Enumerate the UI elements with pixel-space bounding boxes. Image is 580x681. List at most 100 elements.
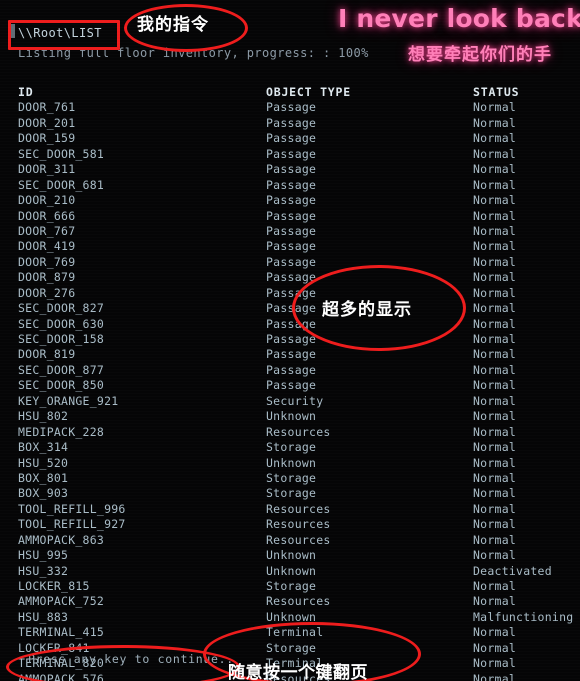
terminal-screen: \\Root\LIST Listing full floor inventory…: [0, 0, 580, 681]
cell-object-type: Passage: [266, 362, 317, 377]
cell-id: DOOR_159: [18, 131, 76, 146]
table-row: BOX_903 Storage Normal: [0, 486, 580, 501]
cell-object-type: Passage: [266, 162, 317, 177]
cell-status: Normal: [473, 501, 517, 516]
cell-id: SEC_DOOR_581: [18, 146, 105, 161]
cursor-block: [10, 24, 15, 38]
table-row: DOOR_819 Passage Normal: [0, 347, 580, 362]
cell-status: Normal: [473, 208, 517, 223]
cell-object-type: Passage: [266, 254, 317, 269]
annotation-label-command: 我的指令: [137, 15, 209, 35]
table-row: SEC_DOOR_158 Passage Normal: [0, 332, 580, 347]
table-row: AMMOPACK_863 Resources Normal: [0, 533, 580, 548]
progress-status-line: Listing full floor inventory, progress: …: [18, 46, 369, 60]
table-row: DOOR_159 Passage Normal: [0, 131, 580, 146]
table-row: DOOR_761 Passage Normal: [0, 100, 580, 115]
inventory-table: ID OBJECT TYPE STATUS DOOR_761 Passage Nor…: [0, 85, 580, 681]
cell-object-type: Passage: [266, 316, 317, 331]
cell-status: Normal: [473, 455, 517, 470]
cell-object-type: Passage: [266, 100, 317, 115]
cell-object-type: Passage: [266, 131, 317, 146]
cell-object-type: Passage: [266, 301, 317, 316]
cell-id: BOX_903: [18, 486, 69, 501]
cell-id: AMMOPACK_863: [18, 532, 105, 547]
cell-object-type: Resources: [266, 532, 331, 547]
terminal-output: \\Root\LIST Listing full floor inventory…: [0, 0, 580, 681]
cell-id: DOOR_767: [18, 223, 76, 238]
cell-status: Malfunctioning: [473, 609, 574, 624]
cell-status: Normal: [473, 100, 517, 115]
cell-id: TOOL_REFILL_996: [18, 501, 126, 516]
cell-object-type: Resources: [266, 424, 331, 439]
table-row: DOOR_276 Passage Normal: [0, 286, 580, 301]
cell-id: SEC_DOOR_827: [18, 301, 105, 316]
cell-status: Normal: [473, 332, 517, 346]
cell-status: Normal: [473, 594, 517, 609]
table-row: DOOR_210 Passage Normal: [0, 193, 580, 208]
table-row: AMMOPACK_752 Resources Normal: [0, 594, 580, 609]
press-any-key-prompt[interactable]: Press any key to continue..: [28, 652, 234, 666]
cell-status: Normal: [473, 393, 517, 408]
table-row: DOOR_311 Passage Normal: [0, 162, 580, 177]
cell-id: HSU_995: [18, 548, 69, 563]
cell-status: Normal: [473, 239, 517, 254]
cell-status: Normal: [473, 532, 517, 547]
column-header-object-type: OBJECT TYPE: [266, 85, 351, 99]
table-row: HSU_520 Unknown Normal: [0, 456, 580, 471]
command-prompt[interactable]: \\Root\LIST: [18, 26, 102, 40]
cell-id: SEC_DOOR_158: [18, 332, 105, 346]
table-row: SEC_DOOR_581 Passage Normal: [0, 147, 580, 162]
cell-object-type: Unknown: [266, 563, 317, 578]
table-row: SEC_DOOR_827 Passage Normal: [0, 301, 580, 316]
cell-object-type: Security: [266, 393, 324, 408]
cell-object-type: Resources: [266, 501, 331, 516]
table-row: MEDIPACK_228 Resources Normal: [0, 425, 580, 440]
cell-object-type: Storage: [266, 486, 317, 501]
cell-object-type: Passage: [266, 332, 317, 346]
cell-id: BOX_801: [18, 470, 69, 485]
cell-id: SEC_DOOR_877: [18, 362, 105, 377]
cell-id: BOX_314: [18, 440, 69, 455]
cell-status: Normal: [473, 301, 517, 316]
cell-id: DOOR_210: [18, 193, 76, 208]
cell-id: LOCKER_815: [18, 579, 90, 593]
table-row: HSU_995 Unknown Normal: [0, 548, 580, 563]
cell-status: Normal: [473, 131, 517, 146]
table-row: DOOR_201 Passage Normal: [0, 116, 580, 131]
table-row: TOOL_REFILL_996 Resources Normal: [0, 502, 580, 517]
cell-id: HSU_883: [18, 609, 69, 624]
table-header-row: ID OBJECT TYPE STATUS: [0, 85, 580, 100]
cell-object-type: Terminal: [266, 625, 324, 640]
cell-status: Normal: [473, 223, 517, 238]
cell-id: DOOR_761: [18, 100, 76, 115]
cell-id: HSU_332: [18, 563, 69, 578]
cell-status: Normal: [473, 270, 517, 285]
cell-object-type: Unknown: [266, 548, 317, 563]
cell-object-type: Unknown: [266, 609, 317, 624]
cell-status: Normal: [473, 486, 517, 501]
cell-status: Normal: [473, 254, 517, 269]
cell-status: Normal: [473, 378, 517, 393]
table-row: DOOR_666 Passage Normal: [0, 209, 580, 224]
cell-id: DOOR_769: [18, 254, 76, 269]
table-row: SEC_DOOR_630 Passage Normal: [0, 317, 580, 332]
table-row: DOOR_879 Passage Normal: [0, 270, 580, 285]
cell-status: Normal: [473, 579, 517, 593]
cell-object-type: Passage: [266, 115, 317, 130]
cell-object-type: Passage: [266, 223, 317, 238]
cell-status: Normal: [473, 115, 517, 130]
cell-id: KEY_ORANGE_921: [18, 393, 119, 408]
cell-object-type: Resources: [266, 594, 331, 609]
cell-status: Normal: [473, 640, 517, 655]
cell-object-type: Passage: [266, 193, 317, 208]
cell-status: Normal: [473, 656, 517, 671]
cell-status: Normal: [473, 347, 517, 362]
cell-id: SEC_DOOR_681: [18, 177, 105, 192]
cell-object-type: Storage: [266, 579, 317, 593]
cell-id: TERMINAL_415: [18, 625, 105, 640]
table-row: SEC_DOOR_850 Passage Normal: [0, 378, 580, 393]
lyric-text-chinese: 想要牵起你们的手: [408, 45, 552, 65]
cell-object-type: Passage: [266, 378, 317, 393]
table-row: SEC_DOOR_681 Passage Normal: [0, 178, 580, 193]
cell-object-type: Passage: [266, 239, 317, 254]
